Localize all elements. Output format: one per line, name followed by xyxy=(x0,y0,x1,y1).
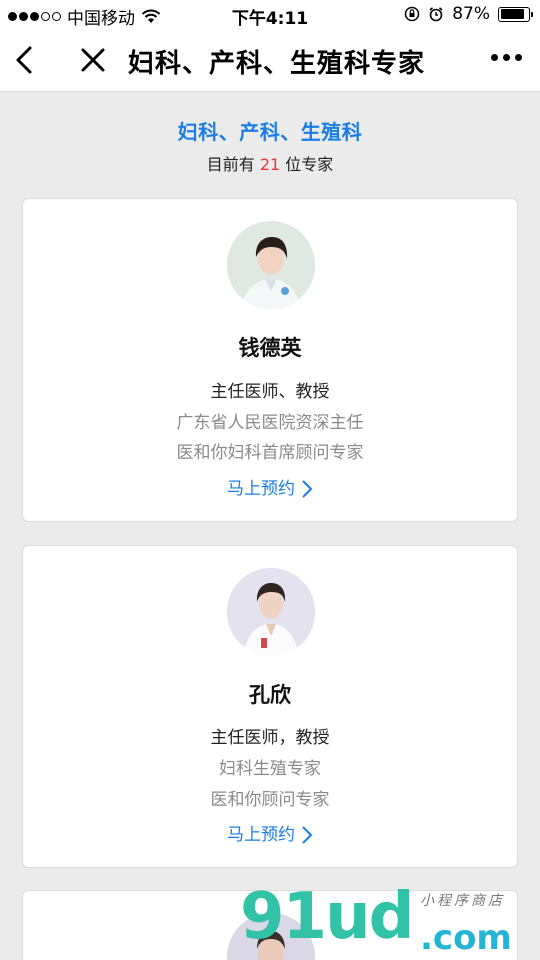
count-number: 21 xyxy=(259,155,281,174)
nav-bar: 妇科、产科、生殖科专家 xyxy=(0,30,540,92)
category-header: 妇科、产科、生殖科 目前有 21 位专家 xyxy=(0,116,540,175)
back-arrow-icon[interactable] xyxy=(10,42,40,78)
avatar xyxy=(227,221,315,309)
expert-description-line: 广东省人民医院资深主任 xyxy=(176,413,364,433)
category-title: 妇科、产科、生殖科 xyxy=(177,120,363,144)
expert-card[interactable]: 孔欣 主任医师，教授 妇科生殖专家 医和你顾问专家 马上预约 xyxy=(22,545,518,868)
book-now-link[interactable]: 马上预约 xyxy=(23,474,517,499)
chevron-right-icon xyxy=(302,480,313,498)
count-prefix: 目前有 xyxy=(206,155,255,174)
battery-percent: 87% xyxy=(452,4,490,24)
status-right: 87% xyxy=(404,4,533,24)
expert-description-line: 医和你妇科首席顾问专家 xyxy=(176,443,364,463)
alarm-icon xyxy=(429,7,443,22)
avatar xyxy=(227,913,315,960)
expert-name: 钱德英 xyxy=(238,336,302,360)
close-icon[interactable] xyxy=(78,44,108,76)
expert-name: 孔欣 xyxy=(249,683,291,707)
expert-title: 主任医师，教授 xyxy=(210,728,330,748)
expert-card[interactable] xyxy=(22,890,518,960)
expert-description-line: 医和你顾问专家 xyxy=(210,790,330,810)
avatar xyxy=(227,568,315,656)
book-now-label: 马上预约 xyxy=(227,479,295,499)
page-title: 妇科、产科、生殖科专家 xyxy=(128,49,426,79)
more-options-icon[interactable] xyxy=(491,54,522,61)
expert-count: 目前有 21 位专家 xyxy=(0,151,540,175)
rotation-lock-icon xyxy=(404,6,420,22)
expert-card[interactable]: 钱德英 主任医师、教授 广东省人民医院资深主任 医和你妇科首席顾问专家 马上预约 xyxy=(22,198,518,522)
book-now-label: 马上预约 xyxy=(227,825,295,845)
expert-title: 主任医师、教授 xyxy=(210,382,330,402)
count-suffix: 位专家 xyxy=(285,155,334,174)
battery-level xyxy=(500,9,524,19)
book-now-link[interactable]: 马上预约 xyxy=(23,820,517,845)
battery-icon xyxy=(498,6,533,22)
status-bar: 中国移动 下午4:11 87% xyxy=(0,0,540,30)
expert-description-line: 妇科生殖专家 xyxy=(219,759,321,779)
chevron-right-icon xyxy=(302,826,313,844)
